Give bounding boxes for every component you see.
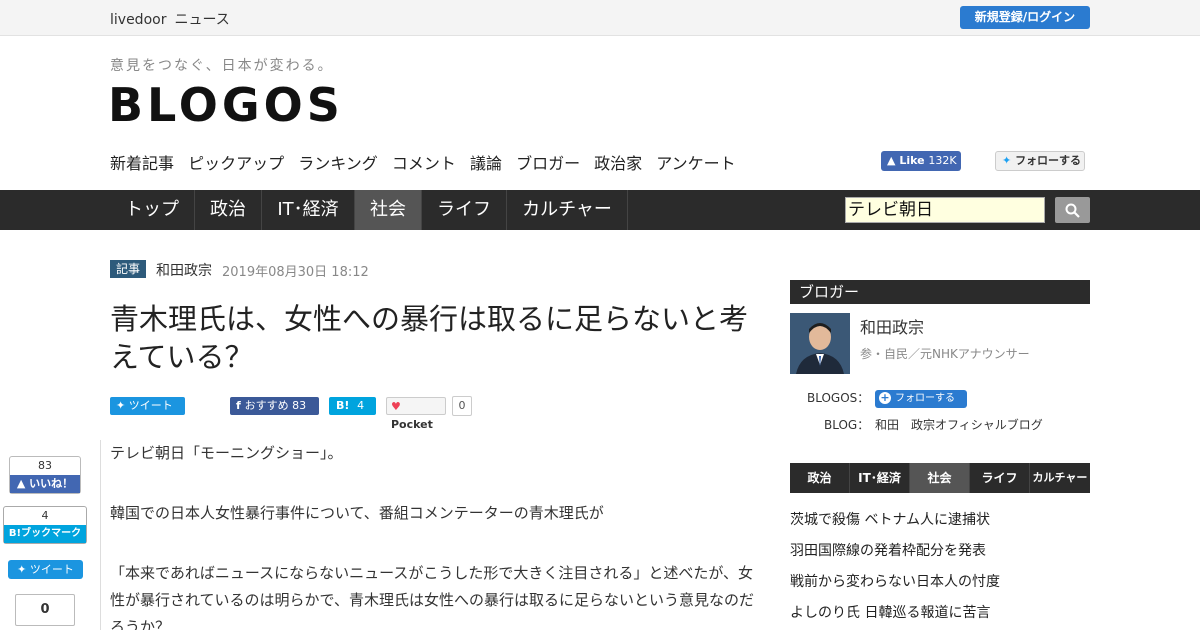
pocket-count: 0 (452, 396, 472, 416)
article-title: 青木理氏は、女性への暴行は取るに足らないと考えている？ (110, 302, 749, 374)
subnav-blogger[interactable]: ブロガー (516, 154, 580, 173)
fb-like-label: Like (899, 154, 925, 167)
hatena-bookmark-button[interactable]: B! 4 (329, 397, 376, 415)
facebook-recommend-button[interactable]: f おすすめ 83 (230, 397, 319, 415)
plus-icon: + (879, 391, 891, 404)
tw-follow-label: フォローする (1015, 154, 1082, 167)
sidebar-tab-it-economy[interactable]: IT･経済 (850, 463, 910, 493)
subnav-ranking[interactable]: ランキング (298, 154, 378, 173)
floating-tweet-button[interactable]: ✦ ツイート (8, 560, 83, 579)
facebook-icon: f (236, 399, 245, 412)
brand-news: ニュース (174, 12, 230, 28)
article-tag[interactable]: 記事 (110, 260, 146, 278)
sidebar-tab-society[interactable]: 社会 (910, 463, 970, 493)
fb-recommend-label: おすすめ (244, 399, 289, 412)
hatena-icon: B! (336, 399, 350, 412)
twitter-bird-icon: ✦ (1002, 154, 1012, 167)
nav-society[interactable]: 社会 (355, 190, 422, 230)
pocket-button[interactable]: ♥ Pocket (386, 397, 446, 431)
twitter-follow-button[interactable]: ✦ フォローする (995, 151, 1085, 171)
article-date: 2019年08月30日 18:12 (222, 265, 369, 280)
sidebar-tab-life[interactable]: ライフ (970, 463, 1030, 493)
thumbs-up-icon: ▲ (887, 154, 896, 167)
floating-like-button[interactable]: 83 ▲ いいね！ (9, 456, 81, 494)
pocket-icon: ♥ (391, 400, 401, 413)
livedoor-news-logo[interactable]: livedoor ニュース (110, 9, 238, 29)
floating-tweet-label: ツイート (29, 563, 74, 576)
news-item[interactable]: 茨城で殺傷 ベトナム人に逮捕状 (790, 509, 990, 529)
article-paragraph-3: 「本来であればニュースにならないニュースがこうした形で大きく注目される」と述べた… (110, 564, 754, 630)
pocket-label: Pocket (391, 418, 433, 431)
nav-life[interactable]: ライフ (422, 190, 507, 230)
blogos-label: BLOGOS： (807, 391, 870, 405)
sub-navigation: 新着記事 ピックアップ ランキング コメント 議論 ブロガー 政治家 アンケート (110, 150, 745, 174)
top-bar: livedoor ニュース 新規登録/ログイン (0, 0, 1200, 36)
blogger-role: 参・自民／元NHKアナウンサー (860, 347, 1030, 361)
nav-top[interactable]: トップ (110, 190, 195, 230)
sidebar-tab-culture[interactable]: カルチャー (1030, 463, 1090, 493)
avatar[interactable] (790, 313, 850, 374)
nav-politics[interactable]: 政治 (195, 190, 262, 230)
blogos-logo[interactable]: BLOGOS (108, 78, 344, 132)
blogger-follow-button[interactable]: + フォローする (875, 390, 967, 408)
floating-like-count: 83 (38, 459, 52, 472)
follow-label: フォローする (895, 393, 955, 404)
tweet-button[interactable]: ✦ ツイート (110, 397, 185, 415)
brand-livedoor: livedoor (110, 12, 167, 28)
subnav-survey[interactable]: アンケート (656, 154, 735, 173)
news-item[interactable]: 羽田国際線の発着枠配分を発表 (790, 540, 986, 560)
divider (100, 440, 101, 630)
sidebar-category-tabs: 政治 IT･経済 社会 ライフ カルチャー (790, 463, 1090, 493)
article-paragraph-2: 韓国での日本人女性暴行事件について、番組コメンテーターの青木理氏が (110, 504, 604, 522)
floating-pocket-button[interactable]: 0 (15, 594, 75, 626)
floating-hatena-label: B!ブックマーク (4, 525, 86, 543)
floating-hatena-count: 4 (41, 509, 49, 522)
subnav-debate[interactable]: 議論 (470, 154, 502, 173)
person-photo (790, 313, 850, 374)
fb-recommend-count: 83 (292, 399, 307, 412)
article-paragraph-1: テレビ朝日「モーニングショー」。 (110, 444, 343, 462)
blog-link[interactable]: 和田 政宗オフィシャルブログ (875, 416, 1043, 433)
nav-it-economy[interactable]: IT･経済 (262, 190, 355, 230)
twitter-bird-icon: ✦ (17, 563, 30, 576)
news-item[interactable]: よしのり氏 日韓巡る報道に苦言 (790, 602, 990, 622)
floating-like-label: いいね！ (29, 477, 74, 490)
floating-hatena-button[interactable]: 4 B!ブックマーク (3, 506, 87, 544)
subnav-politician[interactable]: 政治家 (594, 154, 642, 173)
tweet-label: ツイート (128, 399, 173, 412)
tagline: 意見をつなぐ、日本が変わる。 (110, 58, 334, 74)
register-login-button[interactable]: 新規登録/ログイン (960, 6, 1090, 29)
subnav-pickup[interactable]: ピックアップ (188, 154, 284, 173)
hatena-count: 4 (357, 399, 365, 412)
search-input[interactable]: テレビ朝日 (845, 197, 1045, 223)
blogger-name[interactable]: 和田政宗 (860, 314, 924, 338)
search-icon (1065, 203, 1080, 218)
facebook-like-button[interactable]: ▲ Like 132K (881, 151, 961, 171)
news-item[interactable]: 戦前から変わらない日本人の忖度 (790, 571, 1000, 591)
nav-culture[interactable]: カルチャー (507, 190, 628, 230)
sidebar-tab-politics[interactable]: 政治 (790, 463, 850, 493)
twitter-bird-icon: ✦ (116, 399, 129, 412)
article-author[interactable]: 和田政宗 (156, 260, 212, 280)
subnav-new[interactable]: 新着記事 (110, 154, 174, 173)
blog-label: BLOG： (824, 418, 870, 432)
thumbs-up-icon: ▲ (16, 477, 30, 490)
sidebar-heading: ブロガー (790, 280, 1090, 304)
search-button[interactable] (1055, 197, 1090, 223)
fb-like-count: 132K (928, 154, 957, 167)
subnav-comment[interactable]: コメント (392, 154, 456, 173)
